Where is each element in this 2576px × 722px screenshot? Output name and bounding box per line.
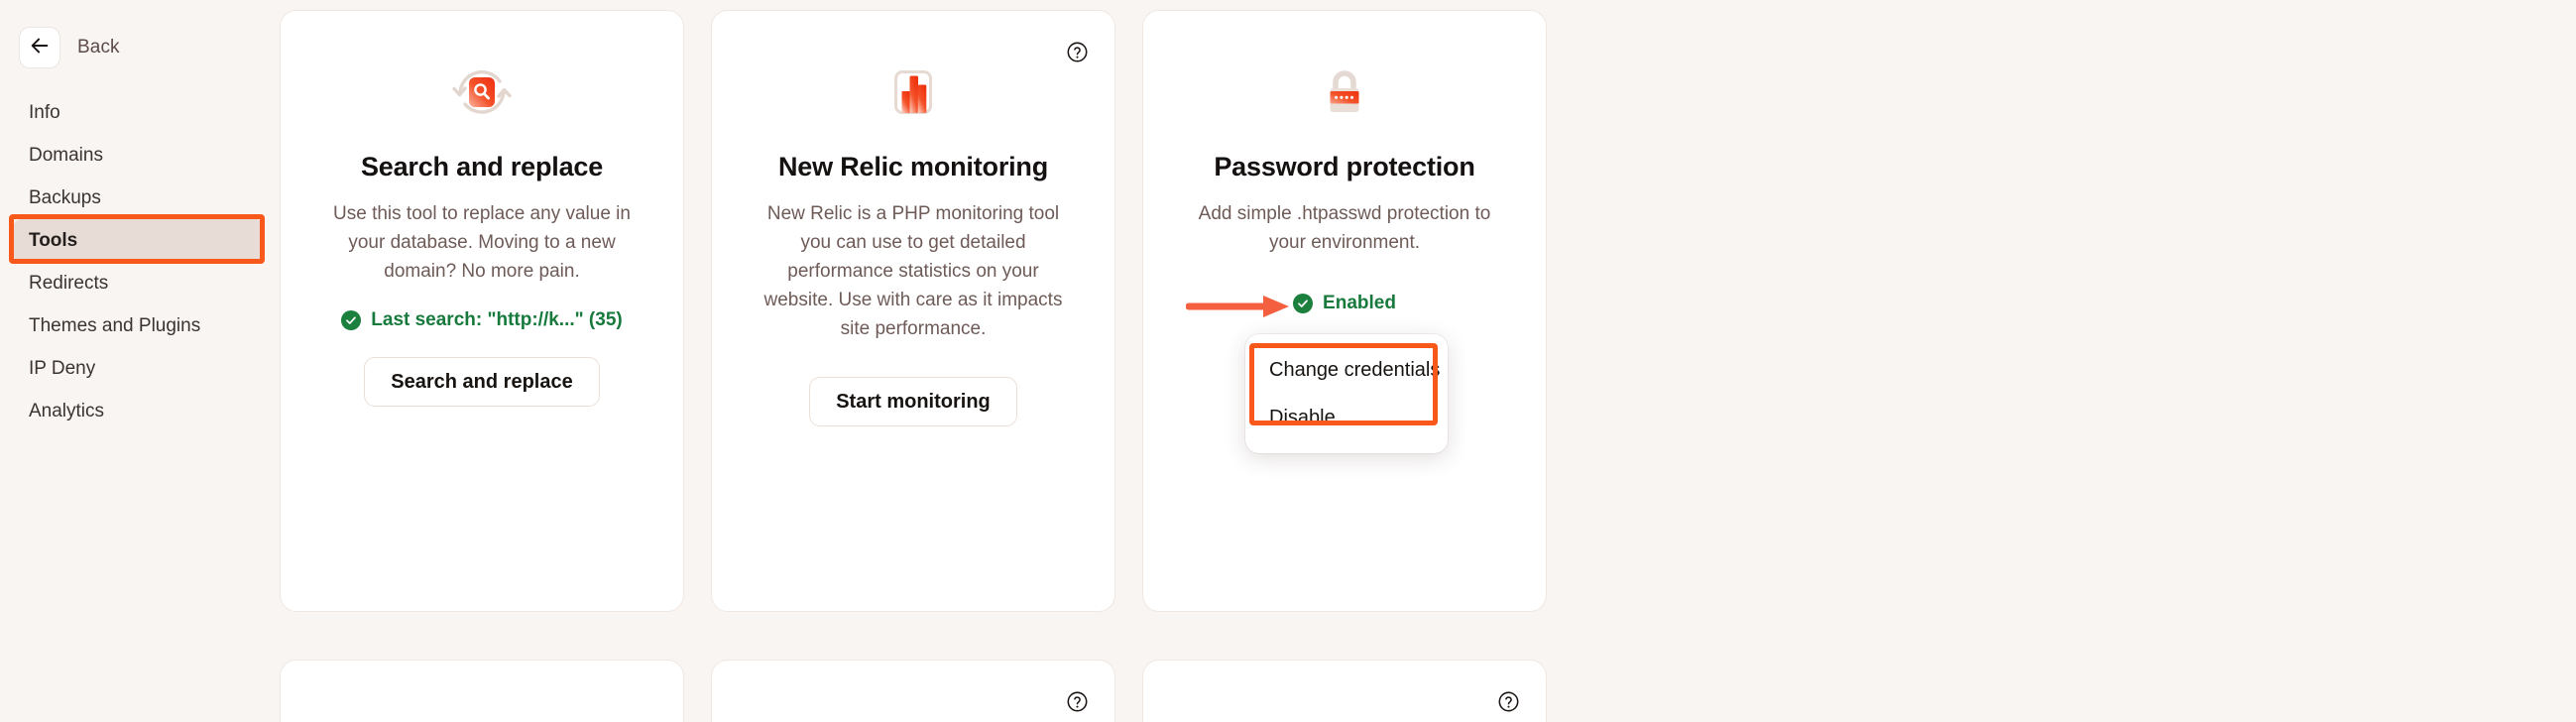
sidebar-item-label: Analytics <box>29 400 105 421</box>
question-circle-icon[interactable] <box>1497 690 1520 713</box>
card-row2-col1 <box>280 660 684 722</box>
back-label: Back <box>77 37 120 58</box>
tools-card-grid: Search and replace Use this tool to repl… <box>280 10 2576 722</box>
sidebar-item-label: Domains <box>29 144 103 166</box>
sidebar-item-tools[interactable]: Tools <box>13 219 265 262</box>
sidebar-item-label: Backups <box>29 186 101 208</box>
sidebar-item-redirects[interactable]: Redirects <box>0 262 278 304</box>
bar-chart-icon <box>881 60 945 124</box>
card-title: Password protection <box>1214 152 1475 181</box>
sidebar: Back Info Domains Backups Tools Redirect… <box>0 0 278 722</box>
card-description: Use this tool to replace any value in yo… <box>333 203 631 283</box>
card-title: Search and replace <box>360 152 604 181</box>
tools-page: Back Info Domains Backups Tools Redirect… <box>0 0 2576 722</box>
menu-item-label: Disable <box>1269 406 1336 428</box>
search-replace-icon <box>450 60 514 124</box>
card-search-and-replace: Search and replace Use this tool to repl… <box>280 10 684 612</box>
search-and-replace-button[interactable]: Search and replace <box>364 357 600 408</box>
start-monitoring-button[interactable]: Start monitoring <box>809 377 1017 427</box>
modify-dropdown-menu: Change credentials Disable <box>1245 334 1448 453</box>
sidebar-item-label: Themes and Plugins <box>29 314 201 336</box>
card-title: New Relic monitoring <box>777 152 1049 181</box>
question-circle-icon[interactable] <box>1066 41 1089 63</box>
status-text: Enabled <box>1323 293 1396 314</box>
sidebar-item-label: Info <box>29 101 60 123</box>
question-circle-icon[interactable] <box>1066 690 1089 713</box>
sidebar-item-label: Tools <box>29 229 78 251</box>
card-row2-col2 <box>711 660 1115 722</box>
sidebar-item-themes-and-plugins[interactable]: Themes and Plugins <box>0 304 278 347</box>
card-row2-col3 <box>1142 660 1547 722</box>
card-new-relic-monitoring: New Relic monitoring New Relic is a PHP … <box>711 10 1115 612</box>
status-text: Last search: "http://k..." (35) <box>371 309 623 331</box>
card-description: New Relic is a PHP monitoring tool you c… <box>763 203 1063 340</box>
back-navigation[interactable]: Back <box>19 27 120 68</box>
card-description: Add simple .htpasswd protection to your … <box>1198 203 1491 254</box>
check-circle-icon <box>341 310 362 331</box>
status-badge: Enabled <box>1293 293 1396 314</box>
sidebar-item-analytics[interactable]: Analytics <box>0 390 278 432</box>
check-circle-icon <box>1293 294 1314 314</box>
arrow-left-icon <box>29 35 51 61</box>
sidebar-nav: Info Domains Backups Tools Redirects The… <box>0 91 278 432</box>
sidebar-item-label: IP Deny <box>29 357 96 379</box>
sidebar-item-ip-deny[interactable]: IP Deny <box>0 347 278 390</box>
lock-icon <box>1313 60 1376 124</box>
back-button[interactable] <box>19 27 60 68</box>
sidebar-item-label: Redirects <box>29 272 109 294</box>
sidebar-item-domains[interactable]: Domains <box>0 134 278 177</box>
menu-item-change-credentials[interactable]: Change credentials <box>1245 346 1448 394</box>
menu-item-label: Change credentials <box>1269 358 1441 381</box>
menu-item-disable[interactable]: Disable <box>1245 394 1448 441</box>
arrow-right-annotation <box>1185 290 1293 328</box>
last-search-status: Last search: "http://k..." (35) <box>341 309 623 331</box>
sidebar-item-backups[interactable]: Backups <box>0 177 278 219</box>
sidebar-item-info[interactable]: Info <box>0 91 278 134</box>
